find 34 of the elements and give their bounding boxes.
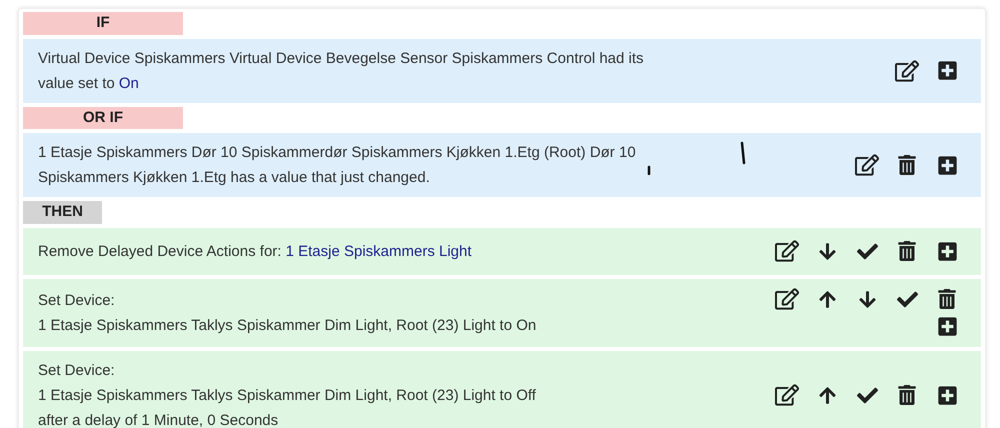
edit-icon (775, 383, 799, 407)
row-text: value set to On (38, 74, 139, 94)
row-text: Remove Delayed Device Actions for: 1 Etasje Spiskammers Light (38, 242, 472, 262)
row-text: 1 Etasje Spiskammers Taklys Spiskammer Dim Light, Root (23) Light to On (38, 316, 536, 336)
edit-icon (855, 153, 879, 177)
arrow-down-icon (818, 242, 836, 260)
arrow-down-icon (858, 290, 876, 308)
row-text: Set Device: (38, 360, 115, 380)
trash-icon (897, 155, 917, 175)
row-text: Set Device: (38, 290, 115, 310)
trash-icon (937, 289, 957, 309)
edit-icon (775, 287, 799, 311)
trash-icon (897, 241, 917, 261)
section-label: THEN (23, 201, 102, 224)
row-text: after a delay of 1 Minute, 0 Seconds (38, 410, 278, 428)
row-text: Spiskammers Kjøkken 1.Etg has a value that just changed. (38, 168, 430, 188)
check-icon (896, 288, 918, 310)
row-text: 1 Etasje Spiskammers Dør 10 Spiskammerdør Spiskammers Kjøkken 1.Etg (Root) Dør 10 (38, 143, 636, 163)
check-icon (856, 384, 878, 406)
plus-icon (936, 60, 958, 81)
arrow-up-icon (818, 290, 836, 308)
plus-icon (936, 316, 958, 336)
section-label: IF (23, 12, 183, 34)
section-label: OR IF (23, 106, 183, 129)
edit-icon (775, 239, 799, 263)
plus-icon (936, 154, 958, 176)
arrow-up-icon (818, 386, 836, 404)
row-text: Virtual Device Spiskammers Virtual Device Bevegelse Sensor Spiskammers Control had its (38, 48, 644, 68)
row-text: 1 Etasje Spiskammers Taklys Spiskammer Dim Light, Root (23) Light to Off (38, 386, 536, 406)
check-icon (856, 240, 878, 262)
trash-icon (897, 385, 917, 405)
plus-icon (936, 384, 958, 406)
plus-icon (936, 240, 958, 262)
edit-icon (895, 58, 919, 82)
